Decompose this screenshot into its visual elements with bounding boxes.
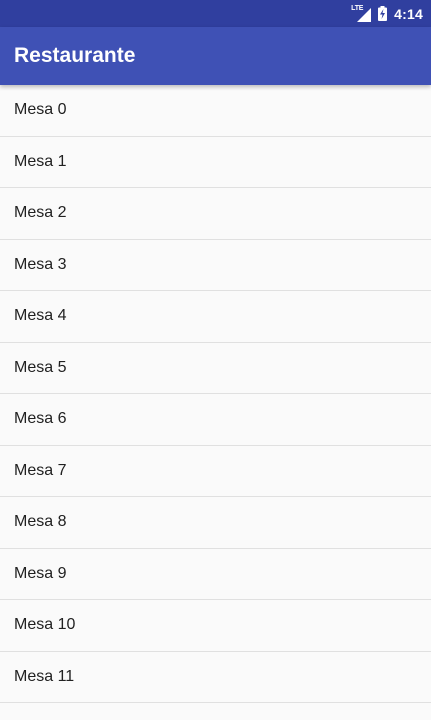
table-label: Mesa 11 — [14, 667, 75, 685]
list-item[interactable]: Mesa 4 — [0, 291, 431, 343]
list-item[interactable]: Mesa 0 — [0, 85, 431, 137]
list-item[interactable]: Mesa 10 — [0, 600, 431, 652]
table-label: Mesa 10 — [14, 616, 76, 634]
table-label: Mesa 7 — [14, 461, 67, 479]
list-item[interactable]: Mesa 6 — [0, 394, 431, 446]
table-label: Mesa 4 — [14, 307, 67, 325]
app-screen: LTE 4:14 Restaurante Mesa 0 Mesa 1 Mesa 2M… — [0, 0, 431, 720]
list-item[interactable]: Mesa 2 — [0, 188, 431, 240]
status-icons: LTE 4:14 — [351, 5, 423, 22]
list-item[interactable]: Mesa 5 — [0, 343, 431, 394]
list-item[interactable]: Mesa 8 — [0, 497, 431, 549]
app-bar: Restaurante — [0, 27, 431, 85]
table-list: Mesa 0 Mesa 1 Mesa 2 Mesa 3 Mesa 4 Mesa 5 Mesa… — [0, 85, 431, 703]
table-label: Mesa 0 — [14, 101, 67, 119]
table-label: Mesa 8 — [14, 513, 67, 531]
signal-strength-icon — [357, 7, 372, 22]
table-label: Mesa 9 — [14, 564, 67, 582]
table-label: Mesa 3 — [14, 255, 67, 273]
table-label: Mesa 5 — [14, 358, 67, 376]
list-item[interactable]: Mesa 3 — [0, 240, 431, 291]
battery-charging-icon — [378, 6, 388, 21]
list-item[interactable]: Mesa 9 — [0, 549, 431, 600]
list-item[interactable]: Mesa 1 — [0, 137, 431, 188]
table-label: Mesa 1 — [14, 152, 67, 170]
table-label: Mesa 2 — [14, 204, 67, 222]
list-item[interactable]: Mesa 7 — [0, 446, 431, 497]
status-bar: LTE 4:14 — [0, 0, 431, 27]
signal-icon: LTE — [351, 5, 372, 22]
table-label: Mesa 6 — [14, 410, 67, 428]
status-time: 4:14 — [394, 5, 423, 22]
app-title: Restaurante — [14, 44, 136, 67]
list-item[interactable]: Mesa 11 — [0, 652, 431, 703]
